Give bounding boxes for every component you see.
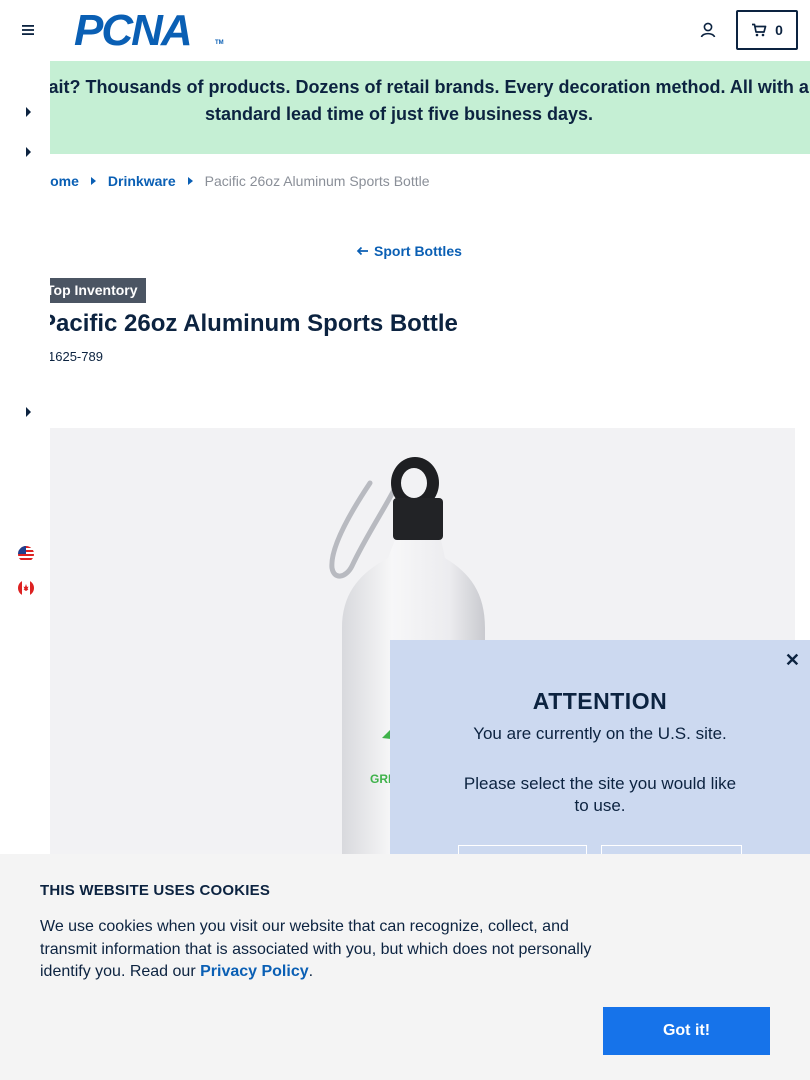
attention-prompt: Please select the site you would like to… (463, 774, 737, 815)
logo-text: PCNA (74, 6, 193, 55)
product-sku: 1625-789 (48, 349, 103, 364)
expand-caret-icon[interactable] (26, 147, 31, 157)
logo-trademark: TM (215, 40, 224, 46)
breadcrumb-separator-icon (187, 177, 193, 185)
expand-caret-icon[interactable] (26, 107, 31, 117)
breadcrumb-current: Pacific 26oz Aluminum Sports Bottle (204, 173, 430, 189)
promo-banner-text: Why Wait? Thousands of products. Dozens … (0, 77, 809, 124)
account-icon[interactable] (698, 20, 718, 40)
left-nav-rail (0, 61, 50, 861)
cart-icon (752, 23, 767, 37)
attention-title: ATTENTION (532, 688, 668, 714)
back-to-category-link[interactable]: Sport Bottles (356, 243, 462, 259)
product-title: Pacific 26oz Aluminum Sports Bottle (40, 310, 458, 337)
inventory-tag: Top Inventory (40, 278, 146, 303)
cart-count: 0 (775, 22, 783, 38)
cookie-message: We use cookies when you visit our websit… (40, 916, 600, 984)
cookie-banner: THIS WEBSITE USES COOKIES We use cookies… (0, 854, 810, 1080)
cookie-text: We use cookies when you visit our websit… (40, 918, 592, 980)
hamburger-menu-icon[interactable] (18, 20, 38, 40)
cookie-text-end: . (308, 963, 314, 980)
site-header: PCNA TM 0 (0, 0, 810, 61)
breadcrumb-drinkware[interactable]: Drinkware (108, 173, 176, 189)
canada-flag-icon[interactable] (18, 580, 34, 596)
cart-button[interactable]: 0 (736, 10, 798, 50)
close-icon[interactable]: ✕ (785, 650, 800, 671)
arrow-left-icon (356, 246, 368, 256)
pcna-logo[interactable]: PCNA TM (74, 9, 224, 53)
us-flag-icon[interactable] (18, 546, 34, 562)
cookie-title: THIS WEBSITE USES COOKIES (40, 882, 271, 899)
breadcrumb: Home Drinkware Pacific 26oz Aluminum Spo… (40, 172, 430, 190)
privacy-policy-link[interactable]: Privacy Policy (200, 963, 309, 980)
breadcrumb-separator-icon (90, 177, 96, 185)
accept-cookies-button[interactable]: Got it! (603, 1007, 770, 1055)
attention-message: You are currently on the U.S. site. (473, 724, 727, 743)
back-link-label: Sport Bottles (374, 243, 462, 259)
expand-caret-icon[interactable] (26, 407, 31, 417)
promo-banner: Why Wait? Thousands of products. Dozens … (0, 61, 810, 154)
site-selector-popup: ✕ ATTENTION You are currently on the U.S… (390, 640, 810, 865)
